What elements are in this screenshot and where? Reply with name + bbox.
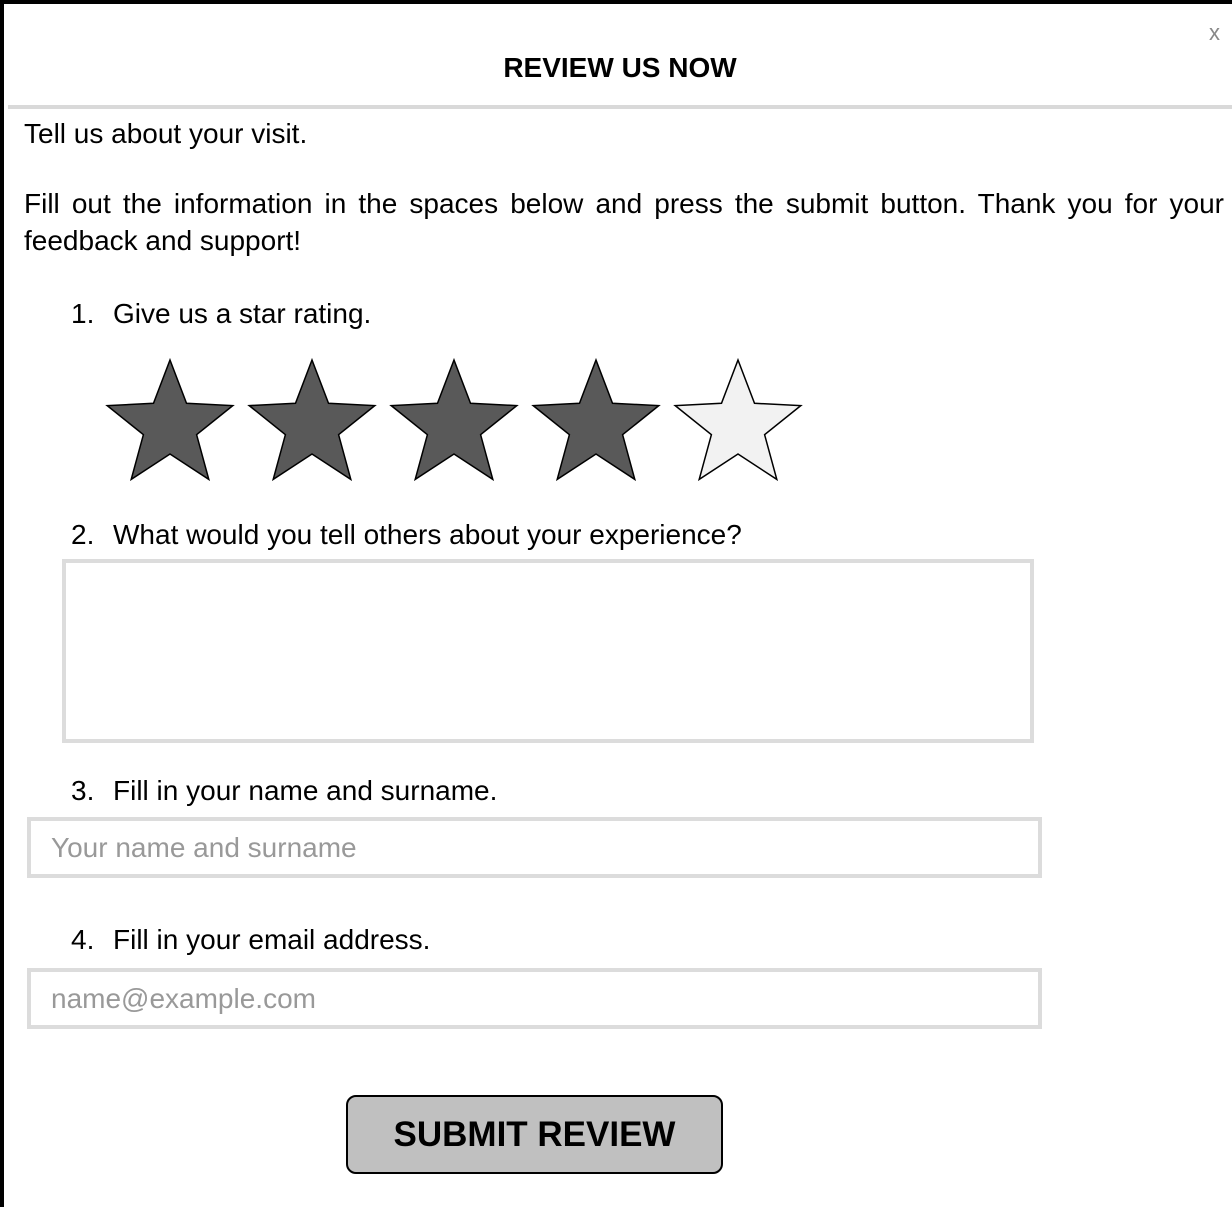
- email-input[interactable]: [27, 968, 1042, 1029]
- star-rating: [104, 354, 814, 494]
- question-label: Fill in your email address.: [113, 924, 431, 955]
- dialog-title: REVIEW US NOW: [503, 52, 737, 83]
- submit-review-button[interactable]: SUBMIT REVIEW: [346, 1095, 723, 1174]
- question-label: Give us a star rating.: [113, 298, 372, 329]
- star-icon[interactable]: [105, 357, 235, 482]
- experience-textarea[interactable]: [62, 559, 1034, 743]
- question-number: 3.: [71, 775, 95, 806]
- intro-text: Tell us about your visit.: [24, 118, 308, 149]
- title-divider: [8, 105, 1232, 109]
- question-rating: 1. Give us a star rating.: [71, 297, 371, 331]
- question-number: 4.: [71, 924, 95, 955]
- star-rating-svg: [105, 357, 803, 482]
- star-icon[interactable]: [389, 357, 519, 482]
- question-name: 3. Fill in your name and surname.: [71, 774, 497, 808]
- close-icon[interactable]: x: [1209, 22, 1220, 44]
- star-icon[interactable]: [531, 357, 661, 482]
- instructions-text: Fill out the information in the spaces b…: [24, 188, 1224, 256]
- question-number: 2.: [71, 519, 95, 550]
- star-icon[interactable]: [247, 357, 377, 482]
- question-label: What would you tell others about your ex…: [113, 519, 742, 550]
- question-email: 4. Fill in your email address.: [71, 923, 430, 957]
- question-label: Fill in your name and surname.: [113, 775, 498, 806]
- review-dialog: x REVIEW US NOW Tell us about your visit…: [0, 0, 1232, 1207]
- star-icon[interactable]: [673, 357, 803, 482]
- question-number: 1.: [71, 298, 95, 329]
- question-experience: 2. What would you tell others about your …: [71, 518, 742, 552]
- name-input[interactable]: [27, 817, 1042, 878]
